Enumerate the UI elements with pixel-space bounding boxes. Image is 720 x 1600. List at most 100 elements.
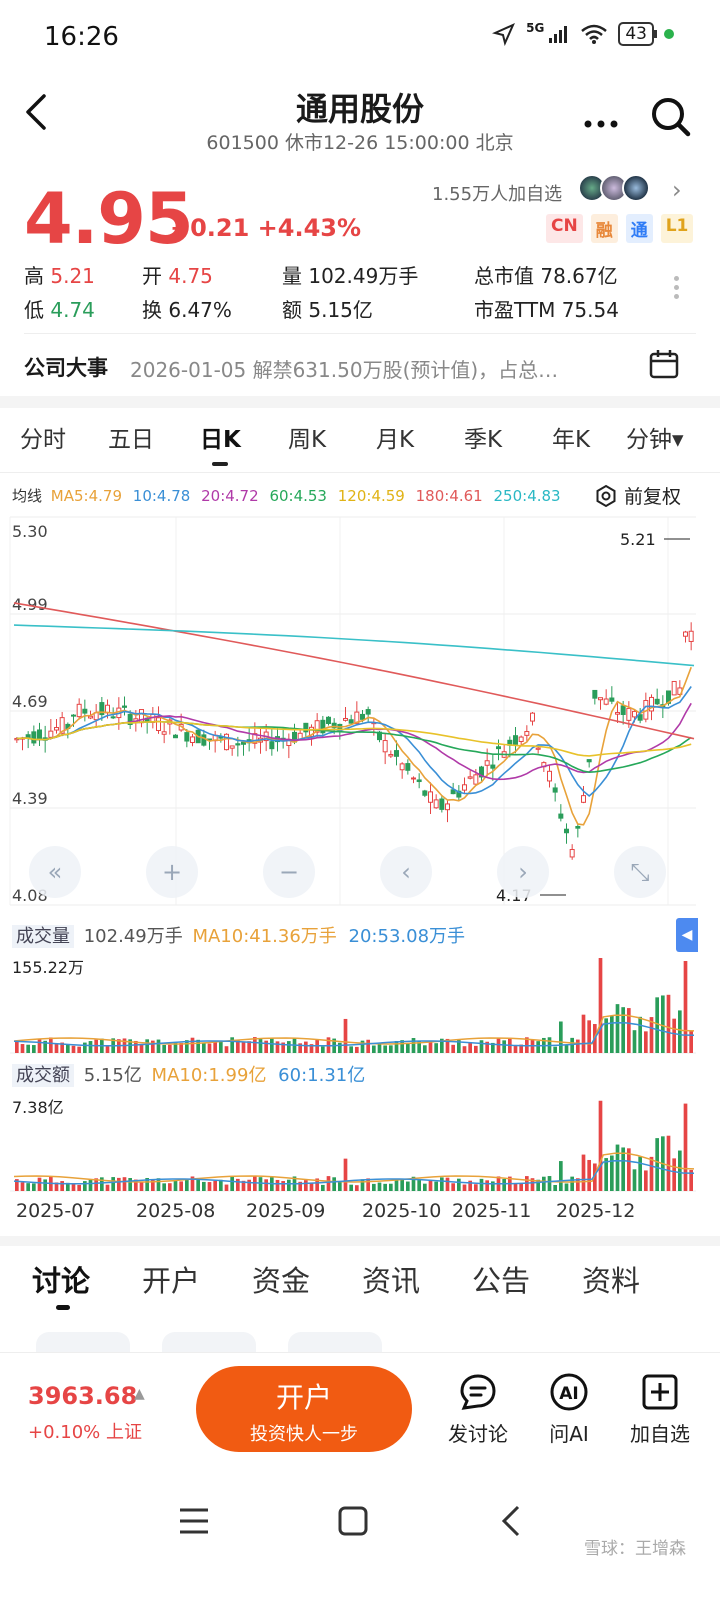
ma-legend[interactable]: 均线 MA5:4.79 10:4.78 20:4.72 60:4.53 120:… — [12, 485, 561, 506]
price-change: +0.21 +4.43% — [170, 214, 362, 242]
amount-bar — [683, 1103, 688, 1191]
follower-avatars[interactable] — [578, 174, 650, 202]
kline-chart[interactable]: 5.304.994.694.394.085.214.17«+−‹›⤡155.22… — [0, 505, 720, 1205]
amount-bar — [666, 1135, 671, 1191]
volume-bar — [168, 1044, 172, 1053]
amount-bar — [162, 1183, 166, 1191]
tab-funds[interactable]: 资金 — [252, 1258, 310, 1300]
volume-bar — [434, 1043, 438, 1053]
amount-bar — [479, 1178, 484, 1191]
date-label: 2025-07 — [16, 1200, 96, 1222]
search-button[interactable] — [650, 96, 692, 138]
date-label: 2025-11 — [452, 1200, 532, 1222]
volume-bar — [610, 1015, 614, 1053]
nav-back-icon[interactable] — [500, 1504, 522, 1542]
index-price[interactable]: 3963.68 — [28, 1382, 137, 1410]
volume-bar — [462, 1046, 467, 1053]
amount-bar — [37, 1177, 42, 1191]
stat-amount-value: 5.15亿 — [308, 298, 373, 322]
tag-margin[interactable]: 融 — [590, 214, 618, 243]
open-account-button[interactable]: 开户 投资快人一步 — [196, 1366, 412, 1452]
privacy-dot-icon — [664, 29, 674, 39]
amount-bar — [400, 1178, 404, 1191]
candle-body — [388, 754, 394, 757]
stat-volume: 量 102.49万手 — [282, 264, 419, 288]
tab-weekly-k[interactable]: 周K — [288, 420, 326, 454]
tab-minute[interactable]: 分钟▾ — [626, 420, 684, 454]
amount-bar — [355, 1185, 359, 1191]
volume-bar — [632, 1030, 637, 1053]
expand-stats-icon[interactable] — [674, 272, 684, 303]
event-title[interactable]: 公司大事 — [24, 352, 108, 382]
amount-bar — [389, 1183, 393, 1191]
candle-body — [654, 698, 660, 705]
volume-bar — [275, 1041, 280, 1053]
amount-bar — [632, 1169, 637, 1191]
volume-bar — [428, 1041, 433, 1053]
volume-bar — [615, 1004, 620, 1053]
amount-bar — [377, 1182, 382, 1191]
candle-body — [671, 680, 677, 696]
svg-text:AI: AI — [559, 1384, 578, 1404]
index-change[interactable]: +0.10% 上证 — [28, 1418, 142, 1444]
volume-bar — [678, 1010, 682, 1053]
stat-open: 开 4.75 — [142, 264, 213, 288]
add-watchlist-button[interactable]: 加自选 — [620, 1372, 700, 1447]
volume-bar — [502, 1040, 506, 1053]
amount-bar — [213, 1180, 217, 1191]
tab-monthly-k[interactable]: 月K — [376, 420, 414, 454]
tag-connect[interactable]: 通 — [625, 214, 653, 243]
amount-bar — [173, 1180, 178, 1191]
tab-discussion[interactable]: 讨论 — [32, 1258, 90, 1300]
amount-bar — [547, 1176, 552, 1191]
followers-count[interactable]: 1.55万人加自选 — [432, 180, 562, 206]
tag-cn[interactable]: CN — [546, 214, 583, 243]
candle-body — [122, 705, 127, 708]
candle-body — [473, 774, 479, 785]
amount-bar — [100, 1177, 104, 1191]
amount-bar — [513, 1183, 518, 1191]
tab-announcements[interactable]: 公告 — [472, 1258, 530, 1300]
amount-bar — [604, 1158, 608, 1191]
post-discussion-button[interactable]: 发讨论 — [438, 1372, 518, 1447]
collapse-panel-button[interactable]: ◀ — [676, 918, 698, 952]
tab-5day[interactable]: 五日 — [108, 420, 154, 454]
candle-body — [632, 710, 637, 718]
stat-turnover: 换 6.47% — [142, 298, 232, 322]
amount-bar — [445, 1177, 450, 1191]
tab-daily-k[interactable]: 日K — [200, 420, 241, 454]
tab-news[interactable]: 资讯 — [362, 1258, 420, 1300]
volume-bar — [264, 1040, 268, 1053]
candle-body — [405, 763, 411, 771]
chevron-right-icon[interactable]: › — [672, 176, 682, 204]
volume-bar — [627, 1008, 631, 1053]
menu-icon[interactable] — [178, 1506, 210, 1540]
volume-title[interactable]: 成交量 — [12, 925, 74, 948]
volume-bar — [666, 994, 671, 1053]
chart-control-icon: + — [162, 858, 182, 886]
candle-body — [156, 717, 161, 732]
amount-title[interactable]: 成交额 — [12, 1064, 74, 1087]
tab-yearly-k[interactable]: 年K — [552, 420, 590, 454]
home-icon[interactable] — [338, 1506, 368, 1540]
active-tab-indicator — [56, 1305, 70, 1310]
amount-bar — [247, 1179, 251, 1191]
amount-bar — [338, 1181, 342, 1191]
tab-quarterly-k[interactable]: 季K — [464, 420, 502, 454]
amount-bar — [417, 1179, 421, 1191]
tab-open-account[interactable]: 开户 — [142, 1258, 200, 1300]
ask-ai-button[interactable]: AI 问AI — [529, 1372, 609, 1447]
watermark: 雪球：王增森 — [584, 1539, 686, 1559]
event-text[interactable]: 2026-01-05 解禁631.50万股(预计值)，占总… — [130, 354, 558, 383]
amount-bar — [32, 1183, 36, 1191]
tab-profile[interactable]: 资料 — [582, 1258, 640, 1300]
amount-bar — [275, 1179, 280, 1191]
tab-intraday[interactable]: 分时 — [20, 420, 66, 454]
candle-body — [428, 791, 433, 803]
more-button[interactable] — [584, 98, 618, 138]
tag-l1[interactable]: L1 — [660, 214, 694, 243]
volume-bar — [20, 1044, 25, 1053]
calendar-icon[interactable] — [648, 348, 680, 380]
amount-bar — [26, 1183, 30, 1191]
volume-bar — [644, 1031, 648, 1053]
